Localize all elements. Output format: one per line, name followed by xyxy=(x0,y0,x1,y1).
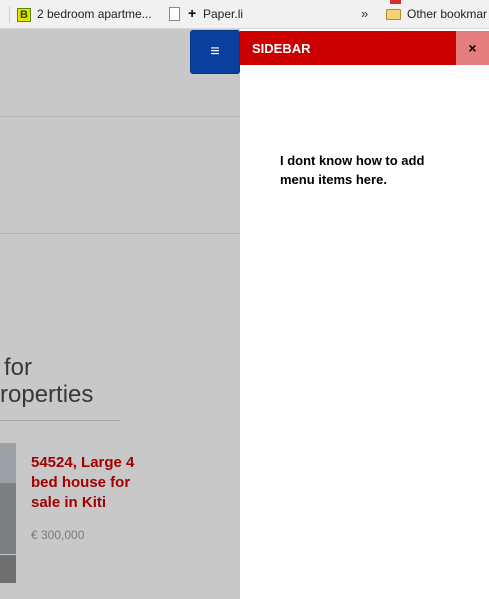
bookmark-2-bedroom[interactable]: 2 bedroom apartme... xyxy=(37,7,152,21)
listing-price: € 300,000 xyxy=(31,528,85,542)
divider xyxy=(0,116,240,117)
bookmark-separator xyxy=(9,6,10,23)
bookmark-other[interactable]: Other bookmar xyxy=(407,7,487,21)
section-heading-line1: for xyxy=(4,354,33,381)
page-content: for roperties 54524, Large 4 bed house f… xyxy=(0,29,240,599)
thumbnail-sky xyxy=(0,443,16,483)
hamburger-icon: ≡ xyxy=(210,43,220,60)
close-sidebar-button[interactable]: × xyxy=(456,31,489,65)
listing-title-link[interactable]: 54524, Large 4 bed house for sale in Kit… xyxy=(31,453,151,513)
bookmarks-bar: B 2 bedroom apartme... + Paper.li » Othe… xyxy=(0,0,489,29)
heading-underline xyxy=(0,420,120,421)
notification-mark xyxy=(390,0,401,4)
bookmarks-overflow-chevron[interactable]: » xyxy=(361,6,368,21)
bookmark-paper-li[interactable]: Paper.li xyxy=(203,7,243,21)
folder-icon xyxy=(386,9,401,20)
section-heading-line2: roperties xyxy=(0,381,94,408)
listing-thumbnail[interactable] xyxy=(0,443,16,583)
sidebar-panel: SIDEBAR × I dont know how to add menu it… xyxy=(240,29,489,599)
b-site-icon: B xyxy=(17,8,31,22)
divider xyxy=(0,233,240,234)
page-icon[interactable] xyxy=(169,7,180,21)
close-icon: × xyxy=(468,40,477,56)
sidebar-title: SIDEBAR xyxy=(252,41,311,56)
sidebar-header: SIDEBAR × xyxy=(240,31,489,65)
menu-toggle-button[interactable]: ≡ xyxy=(190,30,240,74)
thumbnail-base xyxy=(0,555,16,583)
plus-icon: + xyxy=(188,5,197,21)
sidebar-message: I dont know how to add menu items here. xyxy=(280,153,425,187)
